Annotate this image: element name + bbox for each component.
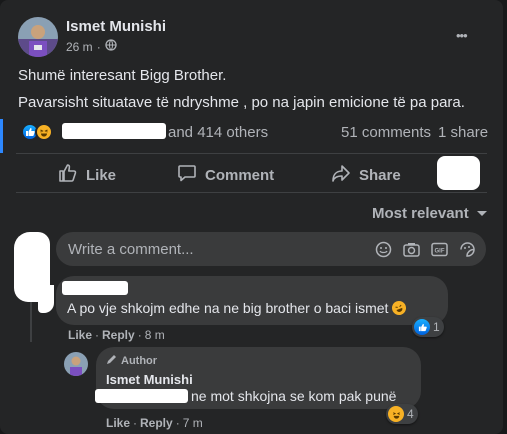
haha-reaction-icon — [35, 123, 53, 141]
reaction-count: 4 — [407, 407, 414, 421]
camera-icon[interactable] — [402, 240, 420, 258]
separator-dot: · — [175, 416, 180, 430]
comments-count[interactable]: 51 comments — [341, 124, 431, 141]
reply-actions: Like · Reply · 7 m — [106, 416, 203, 430]
divider-top — [16, 153, 487, 154]
comment-actions: Like · Reply · 8 m — [68, 328, 165, 342]
comment-text: A po vje shkojm edhe na ne big brother o… — [67, 299, 409, 317]
like-button[interactable]: Like — [58, 162, 116, 188]
emoji-icon[interactable] — [374, 240, 392, 258]
redacted-share-avatar — [437, 156, 480, 190]
post-time[interactable]: 26 m — [66, 40, 93, 54]
redacted-commenter-name — [62, 281, 128, 295]
author-badge-label: Author — [121, 355, 158, 367]
post-card: Ismet Munishi 26 m · ••• Shumë interesan… — [0, 0, 503, 434]
comment-text-content: A po vje shkojm edhe na ne big brother o… — [67, 300, 389, 316]
like-reaction-icon — [414, 319, 430, 335]
redacted-thread-avatar — [38, 285, 54, 313]
thumbs-up-icon — [58, 163, 78, 187]
reactions-summary-bar — [0, 119, 3, 153]
reply-text: ne mot shkojna se kom pak punë — [191, 388, 397, 404]
comment-reply-link[interactable]: Reply — [102, 328, 135, 342]
author-badge: Author — [106, 354, 157, 368]
globe-icon — [105, 39, 117, 54]
post-timestamp[interactable]: 26 m · — [66, 39, 117, 54]
divider-bottom — [16, 192, 487, 193]
post-text-line-2: Pavarsisht situatave të ndryshme , po na… — [18, 94, 465, 111]
shares-count[interactable]: 1 share — [438, 124, 488, 141]
svg-text:GIF: GIF — [434, 248, 444, 254]
reply-reply-link[interactable]: Reply — [140, 416, 173, 430]
reactions-others-count[interactable]: and 414 others — [168, 124, 268, 141]
sticker-icon[interactable] — [458, 240, 476, 258]
separator-dot: · — [96, 39, 101, 54]
comment-label: Comment — [205, 166, 275, 184]
reply-author-name[interactable]: Ismet Munishi — [106, 372, 193, 387]
reply-time[interactable]: 7 m — [183, 416, 203, 430]
post-text-line-1: Shumë interesant Bigg Brother. — [18, 67, 227, 84]
post-author-name[interactable]: Ismet Munishi — [66, 18, 166, 35]
caret-down-icon — [476, 205, 488, 222]
thread-line — [30, 302, 32, 342]
sort-label: Most relevant — [372, 205, 469, 222]
separator-dot: · — [133, 416, 138, 430]
share-button[interactable]: Share — [331, 162, 401, 188]
pencil-icon — [106, 354, 117, 368]
comment-button[interactable]: Comment — [177, 162, 274, 188]
separator-dot: · — [137, 328, 142, 342]
author-avatar[interactable] — [18, 17, 58, 57]
comment-like-link[interactable]: Like — [68, 328, 92, 342]
haha-reaction-icon — [388, 406, 404, 422]
reply-reactions-badge[interactable]: 4 — [386, 404, 418, 424]
sort-dropdown[interactable]: Most relevant — [372, 205, 488, 222]
more-options-button[interactable]: ••• — [456, 28, 468, 43]
share-arrow-icon — [331, 163, 351, 187]
gif-icon[interactable]: GIF — [430, 240, 448, 258]
reply-author-avatar[interactable] — [64, 352, 88, 376]
speech-bubble-icon — [177, 163, 197, 187]
reaction-count: 1 — [433, 320, 440, 334]
composer-tools: GIF — [374, 240, 476, 258]
comment-reactions-badge[interactable]: 1 — [412, 317, 444, 337]
redacted-reactor-name — [62, 123, 166, 139]
comment-time[interactable]: 8 m — [145, 328, 165, 342]
reaction-icons[interactable] — [21, 123, 53, 141]
like-label: Like — [86, 166, 117, 184]
redacted-mention — [95, 389, 188, 403]
rofl-emoji-icon — [390, 299, 409, 317]
share-label: Share — [359, 166, 401, 184]
comment-input[interactable]: Write a comment... — [68, 241, 194, 258]
reply-like-link[interactable]: Like — [106, 416, 130, 430]
separator-dot: · — [95, 328, 100, 342]
